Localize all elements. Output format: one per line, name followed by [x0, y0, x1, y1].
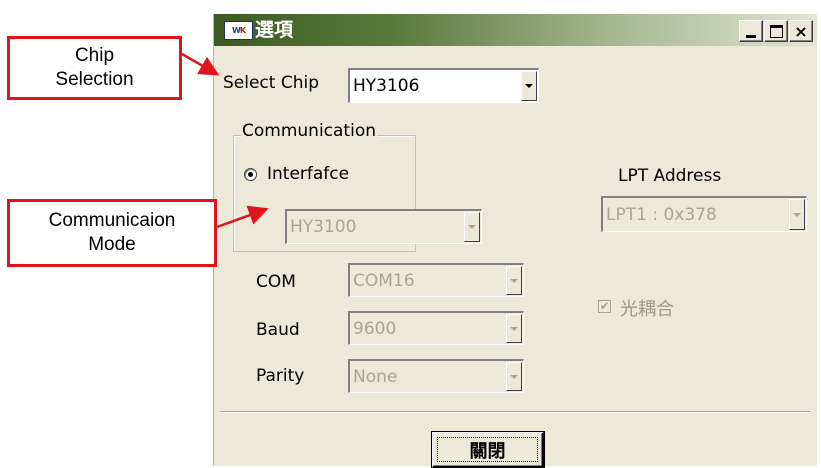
callout-arrows [181, 52, 269, 229]
chip-callout-arrow [181, 52, 220, 76]
comm-callout-arrow [216, 205, 269, 229]
